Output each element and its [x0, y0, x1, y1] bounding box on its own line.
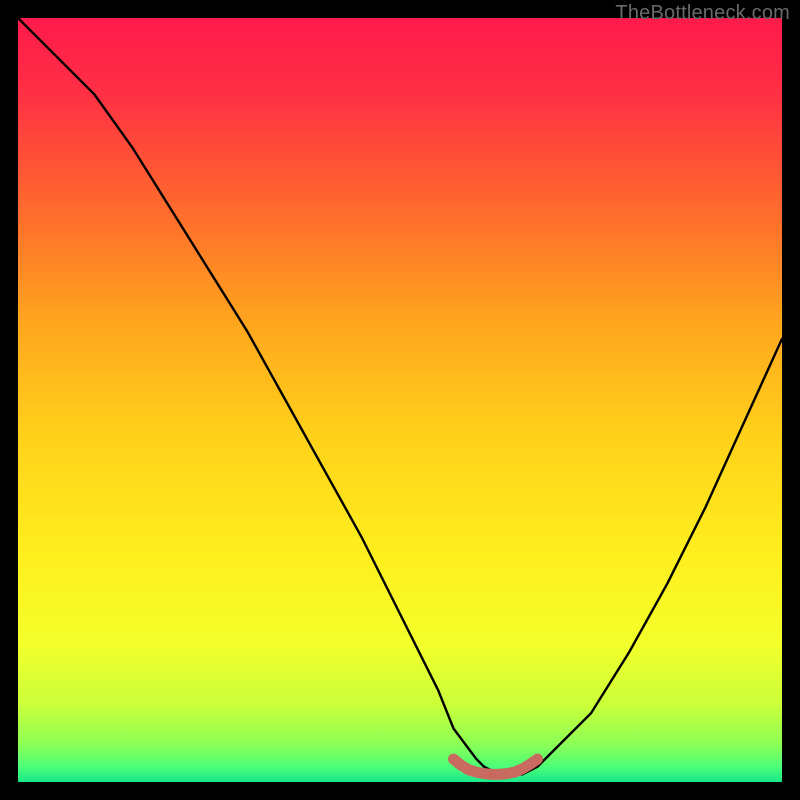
optimal-marker	[454, 759, 538, 774]
chart-frame: TheBottleneck.com	[0, 0, 800, 800]
curve-layer	[18, 18, 782, 782]
bottleneck-curve	[18, 18, 782, 774]
watermark-text: TheBottleneck.com	[615, 2, 790, 25]
plot-area	[18, 18, 782, 782]
